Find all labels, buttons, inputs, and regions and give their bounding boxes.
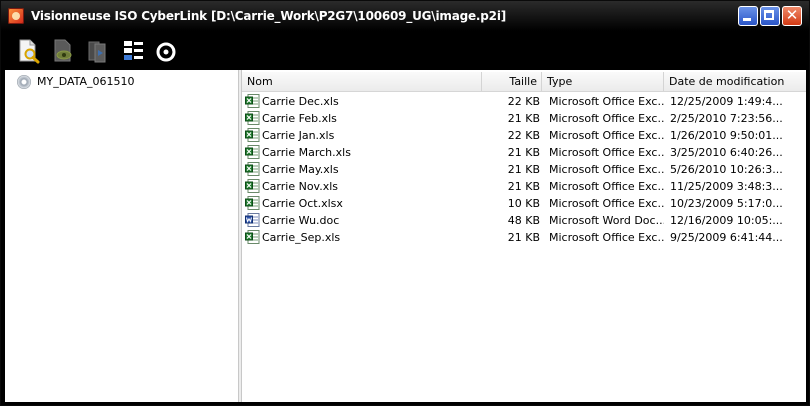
tree-item-label: MY_DATA_061510 xyxy=(37,75,135,88)
maximize-button[interactable] xyxy=(760,6,780,26)
file-type: Microsoft Office Exc... xyxy=(549,129,664,142)
excel-file-icon xyxy=(245,162,260,176)
table-row[interactable]: Carrie Oct.xlsx 10 KB Microsoft Office E… xyxy=(242,195,806,212)
extract-icon[interactable] xyxy=(85,38,111,64)
file-name-cell: Carrie_Sep.xls xyxy=(245,229,460,246)
close-button[interactable]: ✕ xyxy=(782,6,802,26)
file-name-cell: Carrie March.xls xyxy=(245,144,460,161)
file-type: Microsoft Word Doc... xyxy=(549,214,664,227)
file-date: 12/25/2009 1:49:4... xyxy=(670,95,783,108)
file-type: Microsoft Office Exc... xyxy=(549,112,664,125)
tree-item-root[interactable]: MY_DATA_061510 xyxy=(17,75,135,91)
file-size: 21 KB xyxy=(507,163,540,176)
folder-tree: MY_DATA_061510 xyxy=(5,70,238,402)
main-content: MY_DATA_061510 Nom Taille Type Date de m… xyxy=(5,70,806,402)
file-name: Carrie_Sep.xls xyxy=(262,231,341,244)
table-row[interactable]: Carrie Dec.xls 22 KB Microsoft Office Ex… xyxy=(242,93,806,110)
file-type: Microsoft Office Exc... xyxy=(549,197,664,210)
file-type: Microsoft Office Exc... xyxy=(549,231,664,244)
excel-file-icon xyxy=(245,230,260,244)
app-icon xyxy=(8,8,24,24)
toolbar xyxy=(1,31,809,70)
file-name: Carrie Dec.xls xyxy=(262,95,339,108)
file-list: Nom Taille Type Date de modification Car… xyxy=(242,70,806,402)
table-row[interactable]: Carrie March.xls 21 KB Microsoft Office … xyxy=(242,144,806,161)
properties-icon[interactable] xyxy=(120,38,146,64)
table-row[interactable]: Carrie Feb.xls 21 KB Microsoft Office Ex… xyxy=(242,110,806,127)
file-name-cell: Carrie Nov.xls xyxy=(245,178,460,195)
file-name: Carrie March.xls xyxy=(262,146,351,159)
file-date: 9/25/2009 6:41:44... xyxy=(670,231,783,244)
file-name-cell: Carrie May.xls xyxy=(245,161,460,178)
file-date: 1/26/2010 9:50:01... xyxy=(670,129,783,142)
file-size: 21 KB xyxy=(507,146,540,159)
excel-file-icon xyxy=(245,128,260,142)
file-date: 12/16/2009 10:05:... xyxy=(670,214,783,227)
file-date: 2/25/2010 7:23:56... xyxy=(670,112,783,125)
file-date: 5/26/2010 10:26:3... xyxy=(670,163,783,176)
file-type: Microsoft Office Exc... xyxy=(549,95,664,108)
excel-file-icon xyxy=(245,196,260,210)
file-size: 22 KB xyxy=(507,129,540,142)
search-document-icon[interactable] xyxy=(15,38,41,64)
window-title: Visionneuse ISO CyberLink [D:\Carrie_Wor… xyxy=(31,9,507,23)
file-date: 10/23/2009 5:17:0... xyxy=(670,197,783,210)
column-header-name[interactable]: Nom xyxy=(242,72,482,91)
file-type: Microsoft Office Exc... xyxy=(549,146,664,159)
file-name: Carrie May.xls xyxy=(262,163,339,176)
file-size: 48 KB xyxy=(507,214,540,227)
column-header-size[interactable]: Taille xyxy=(482,72,542,91)
table-row[interactable]: Carrie Jan.xls 22 KB Microsoft Office Ex… xyxy=(242,127,806,144)
title-bar[interactable]: Visionneuse ISO CyberLink [D:\Carrie_Wor… xyxy=(1,1,809,31)
file-size: 21 KB xyxy=(507,231,540,244)
file-type: Microsoft Office Exc... xyxy=(549,163,664,176)
file-name: Carrie Oct.xlsx xyxy=(262,197,343,210)
file-size: 21 KB xyxy=(507,112,540,125)
excel-file-icon xyxy=(245,94,260,108)
file-type: Microsoft Office Exc... xyxy=(549,180,664,193)
file-size: 22 KB xyxy=(507,95,540,108)
view-icon[interactable] xyxy=(50,38,76,64)
excel-file-icon xyxy=(245,111,260,125)
file-name-cell: Carrie Oct.xlsx xyxy=(245,195,460,212)
minimize-button[interactable] xyxy=(738,6,758,26)
file-name-cell: Carrie Wu.doc xyxy=(245,212,460,229)
file-name: Carrie Feb.xls xyxy=(262,112,337,125)
disc-icon xyxy=(17,75,31,89)
excel-file-icon xyxy=(245,179,260,193)
file-name: Carrie Wu.doc xyxy=(262,214,340,227)
column-header-type[interactable]: Type xyxy=(542,72,664,91)
file-name: Carrie Jan.xls xyxy=(262,129,335,142)
list-header: Nom Taille Type Date de modification xyxy=(242,72,806,92)
file-name: Carrie Nov.xls xyxy=(262,180,339,193)
file-date: 3/25/2010 6:40:26... xyxy=(670,146,783,159)
table-row[interactable]: Carrie Wu.doc 48 KB Microsoft Word Doc..… xyxy=(242,212,806,229)
table-row[interactable]: Carrie May.xls 21 KB Microsoft Office Ex… xyxy=(242,161,806,178)
file-size: 21 KB xyxy=(507,180,540,193)
table-row[interactable]: Carrie Nov.xls 21 KB Microsoft Office Ex… xyxy=(242,178,806,195)
file-name-cell: Carrie Dec.xls xyxy=(245,93,460,110)
app-window: Visionneuse ISO CyberLink [D:\Carrie_Wor… xyxy=(0,0,810,406)
word-file-icon xyxy=(245,213,260,227)
file-date: 11/25/2009 3:48:3... xyxy=(670,180,783,193)
disc-burn-icon[interactable] xyxy=(155,38,181,64)
table-row[interactable]: Carrie_Sep.xls 21 KB Microsoft Office Ex… xyxy=(242,229,806,246)
file-size: 10 KB xyxy=(507,197,540,210)
file-name-cell: Carrie Jan.xls xyxy=(245,127,460,144)
file-name-cell: Carrie Feb.xls xyxy=(245,110,460,127)
column-header-date[interactable]: Date de modification xyxy=(664,72,806,91)
excel-file-icon xyxy=(245,145,260,159)
